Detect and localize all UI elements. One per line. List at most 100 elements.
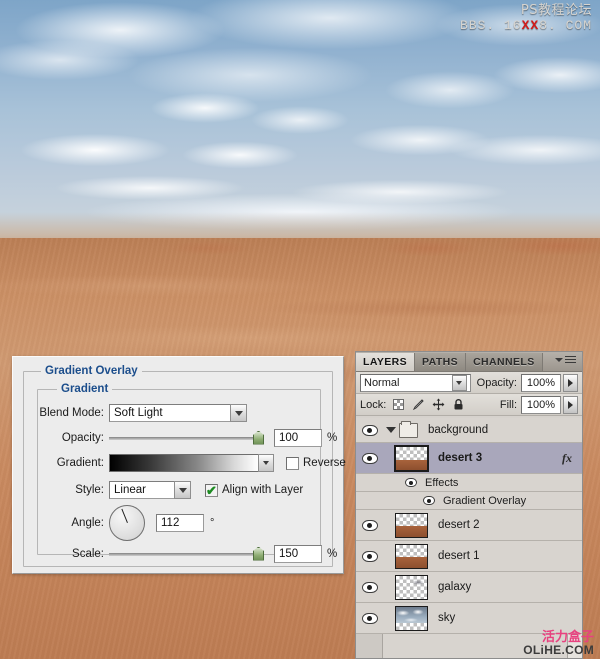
- watermark-bottom-line1: 活力盒子: [541, 629, 594, 645]
- hamburger-icon: [565, 356, 576, 363]
- blend-mode-combo[interactable]: Soft Light: [109, 404, 247, 422]
- panel-opacity-value[interactable]: 100%: [521, 373, 561, 392]
- reverse-checkbox-wrap[interactable]: Reverse: [286, 456, 346, 470]
- reverse-checkbox[interactable]: [286, 456, 299, 470]
- layer-thumbnail-desert-1[interactable]: [395, 543, 428, 569]
- gradient-overlay-effect-label: Gradient Overlay: [443, 494, 527, 507]
- gradient-overlay-entry[interactable]: Gradient Overlay: [423, 495, 526, 507]
- opacity-slider-thumb[interactable]: [253, 430, 264, 445]
- layers-list: background desert 3 fx Effects Gradient …: [356, 418, 582, 658]
- watermark-top-post: 8. COM: [539, 17, 592, 33]
- lock-position-icon[interactable]: [432, 398, 445, 411]
- folder-icon: [399, 420, 418, 438]
- align-with-layer-label: Align with Layer: [222, 484, 304, 496]
- gradient-overlay-title: Gradient Overlay: [41, 365, 142, 377]
- opacity-label: Opacity:: [61, 432, 104, 444]
- layer-row-gradient-overlay-effect[interactable]: Gradient Overlay: [356, 492, 582, 510]
- layer-row-desert-3[interactable]: desert 3 fx: [356, 443, 582, 474]
- chevron-down-icon: [234, 410, 243, 416]
- chevron-down-icon: [456, 380, 463, 385]
- layer-row-desert-1[interactable]: desert 1: [356, 541, 582, 572]
- opacity-slider[interactable]: [109, 430, 264, 445]
- effects-entry[interactable]: Effects: [405, 477, 458, 489]
- layer-thumbnail-sky[interactable]: [395, 605, 428, 631]
- scale-input[interactable]: 150: [274, 545, 322, 563]
- angle-input[interactable]: 112: [156, 514, 204, 532]
- watermark-bottom-line2: OLiHE.COM: [523, 643, 594, 658]
- blend-mode-dropdown-button[interactable]: [230, 404, 247, 422]
- blend-mode-value[interactable]: Soft Light: [109, 404, 231, 422]
- visibility-toggle-background[interactable]: [356, 418, 383, 442]
- watermark-top-pre: BBS. 16: [459, 17, 522, 33]
- check-icon: ✔: [206, 482, 217, 498]
- panel-opacity-label: Opacity:: [476, 376, 517, 389]
- layer-name-desert-2: desert 2: [438, 519, 480, 531]
- fill-stepper[interactable]: [563, 395, 578, 414]
- style-dropdown-button[interactable]: [174, 481, 191, 499]
- angle-needle: [121, 508, 128, 523]
- fill-value[interactable]: 100%: [521, 395, 561, 414]
- layers-panel: LAYERS PATHS CHANNELS Normal Opacity: 10…: [355, 351, 583, 659]
- layer-name-background: background: [428, 424, 489, 436]
- angle-dial[interactable]: [109, 505, 145, 541]
- blend-mode-row: Blend Mode: Soft Light: [35, 404, 247, 422]
- gradient-overlay-dialog: Gradient Overlay Gradient Blend Mode: So…: [12, 356, 346, 574]
- blend-mode-dropdown-arrow[interactable]: [451, 374, 467, 391]
- triangle-right-icon: [568, 378, 573, 387]
- eye-icon: [361, 550, 378, 562]
- layer-row-galaxy[interactable]: galaxy: [356, 572, 582, 603]
- watermark-top-red: XX: [521, 17, 540, 33]
- layer-thumbnail-desert-3[interactable]: [394, 444, 429, 472]
- tab-layers[interactable]: LAYERS: [356, 353, 416, 371]
- gradient-picker[interactable]: [109, 454, 274, 472]
- eye-icon[interactable]: [405, 478, 417, 487]
- screenshot-root: PS教程论坛 BBS. 16XX8. COM Gradient Overlay …: [0, 0, 600, 659]
- angle-row: Angle: 112 °: [35, 503, 214, 543]
- gradient-label: Gradient:: [56, 457, 104, 469]
- layer-row-desert-2[interactable]: desert 2: [356, 510, 582, 541]
- eye-icon: [361, 612, 378, 624]
- eye-icon[interactable]: [423, 496, 435, 505]
- style-row: Style: Linear ✔ Align with Layer: [35, 481, 303, 499]
- lock-transparency-icon[interactable]: [392, 398, 405, 411]
- layer-thumbnail-galaxy[interactable]: [395, 574, 428, 600]
- panel-opacity-stepper[interactable]: [563, 373, 578, 392]
- tab-paths[interactable]: PATHS: [415, 353, 467, 371]
- layer-name-desert-3: desert 3: [438, 452, 483, 464]
- layer-blend-mode-select[interactable]: Normal: [360, 373, 471, 392]
- layer-row-background[interactable]: background: [356, 418, 582, 443]
- panel-menu-icon[interactable]: [555, 356, 576, 363]
- gradient-preview-bar[interactable]: [109, 454, 259, 472]
- lock-image-icon[interactable]: [412, 398, 425, 411]
- style-value[interactable]: Linear: [109, 481, 175, 499]
- tab-channels[interactable]: CHANNELS: [466, 353, 543, 371]
- layer-thumbnail-desert-2[interactable]: [395, 512, 428, 538]
- blend-opacity-row: Normal Opacity: 100%: [356, 372, 582, 394]
- angle-unit: °: [210, 517, 215, 529]
- visibility-toggle-sky[interactable]: [356, 603, 383, 633]
- fx-icon[interactable]: fx: [562, 451, 572, 466]
- opacity-row: Opacity: 100 %: [35, 429, 337, 447]
- align-with-layer-wrap[interactable]: ✔ Align with Layer: [205, 482, 304, 498]
- visibility-toggle-desert-2[interactable]: [356, 510, 383, 540]
- group-disclosure-triangle[interactable]: [383, 427, 399, 433]
- opacity-input[interactable]: 100: [274, 429, 322, 447]
- chevron-down-icon: [178, 487, 187, 493]
- layer-row-effects[interactable]: Effects: [356, 474, 582, 492]
- scale-slider[interactable]: [109, 546, 264, 561]
- watermark-top-line1: PS教程论坛: [520, 3, 592, 18]
- gradient-dropdown-button[interactable]: [258, 454, 274, 472]
- align-with-layer-checkbox[interactable]: ✔: [205, 482, 218, 498]
- sky-region: [0, 0, 600, 245]
- effects-label: Effects: [425, 476, 459, 489]
- style-label: Style:: [75, 484, 104, 496]
- visibility-toggle-galaxy[interactable]: [356, 572, 383, 602]
- triangle-down-icon: [386, 427, 396, 433]
- scale-slider-thumb[interactable]: [253, 546, 264, 561]
- visibility-toggle-desert-3[interactable]: [356, 443, 383, 473]
- triangle-right-icon: [568, 400, 573, 409]
- lock-icons-group: [392, 398, 465, 411]
- visibility-toggle-desert-1[interactable]: [356, 541, 383, 571]
- style-combo[interactable]: Linear: [109, 481, 191, 499]
- lock-all-icon[interactable]: [452, 398, 465, 411]
